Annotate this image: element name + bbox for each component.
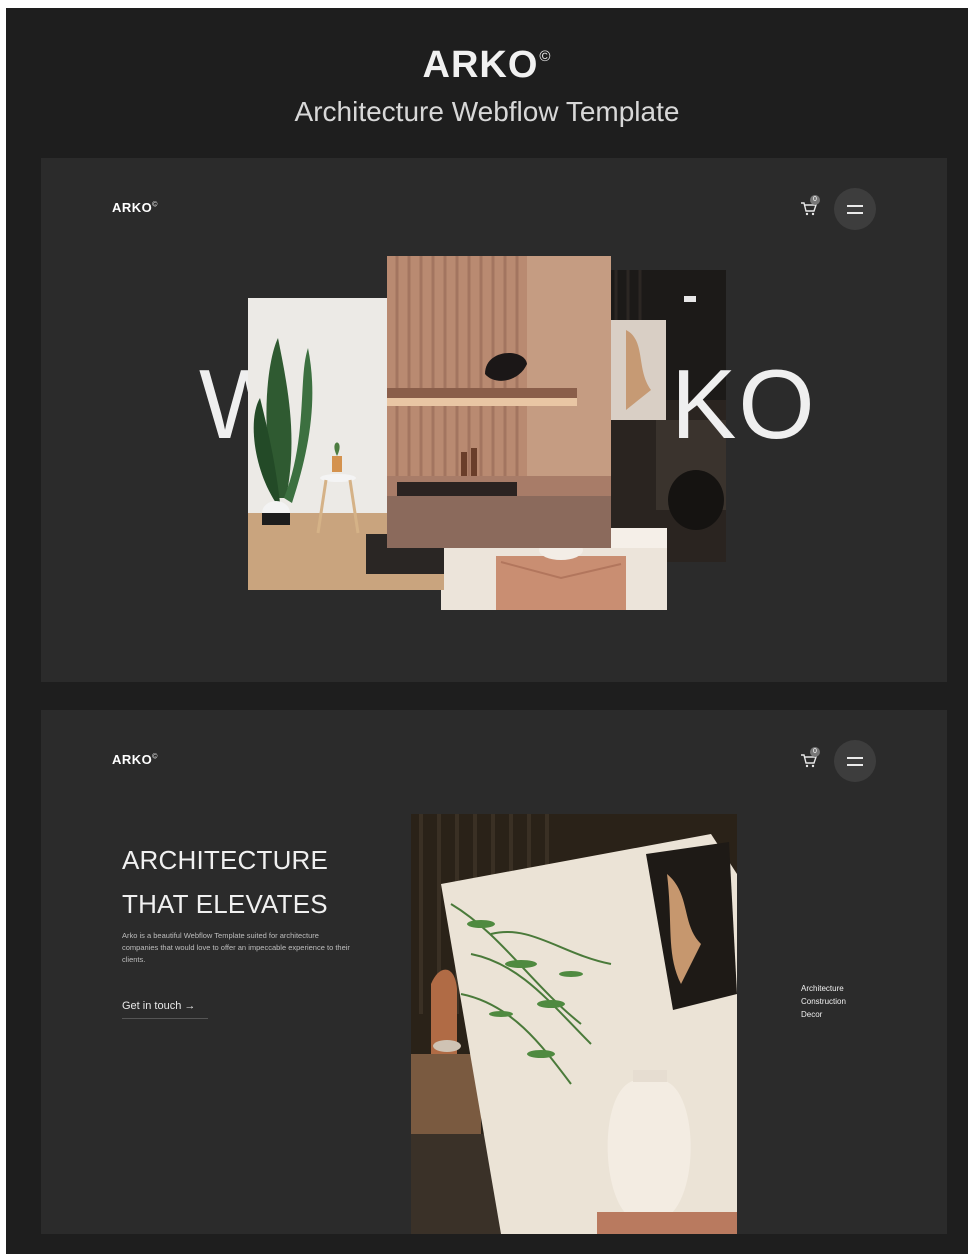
hamburger-menu-icon-bar — [847, 212, 863, 214]
services-list: Architecture Construction Decor — [801, 982, 846, 1021]
hero-preview-card: ARKO© 0 W KO — [41, 158, 947, 682]
get-in-touch-link[interactable]: Get in touch → — [122, 1000, 208, 1019]
nav-logo[interactable]: ARKO© — [112, 752, 158, 767]
service-item-construction[interactable]: Construction — [801, 995, 846, 1008]
hamburger-menu-button[interactable] — [834, 740, 876, 782]
service-item-architecture[interactable]: Architecture — [801, 982, 846, 995]
arrow-right-icon: → — [184, 1000, 196, 1012]
brand-subtitle: Architecture Webflow Template — [294, 96, 680, 127]
headline-line-1: ARCHITECTURE — [122, 845, 329, 875]
cart-count-badge: 0 — [810, 747, 820, 757]
headline-line-2: THAT ELEVATES — [122, 889, 328, 919]
brand-title: ARKO© — [422, 44, 552, 86]
showcase-page: ARKO© Architecture Webflow Template ARKO… — [6, 8, 968, 1254]
hamburger-menu-button[interactable] — [834, 188, 876, 230]
cart-icon[interactable]: 0 — [799, 747, 820, 770]
hero-photo-kitchen — [387, 256, 611, 548]
about-preview-card: ARKO© 0 ARCHITECTURE THAT ELEVATES Arko … — [41, 710, 947, 1234]
cart-count-badge: 0 — [810, 195, 820, 205]
about-description: Arko is a beautiful Webflow Template sui… — [122, 931, 350, 964]
about-headline: ARCHITECTURE THAT ELEVATES — [122, 838, 328, 926]
hamburger-menu-icon-bar — [847, 764, 863, 766]
cart-icon[interactable]: 0 — [799, 195, 820, 218]
hamburger-menu-icon — [847, 205, 863, 207]
hero-word-right: KO — [671, 349, 817, 459]
hamburger-menu-icon — [847, 757, 863, 759]
about-photo-interior — [411, 814, 737, 1234]
nav-logo[interactable]: ARKO© — [112, 200, 158, 215]
service-item-decor[interactable]: Decor — [801, 1008, 846, 1021]
